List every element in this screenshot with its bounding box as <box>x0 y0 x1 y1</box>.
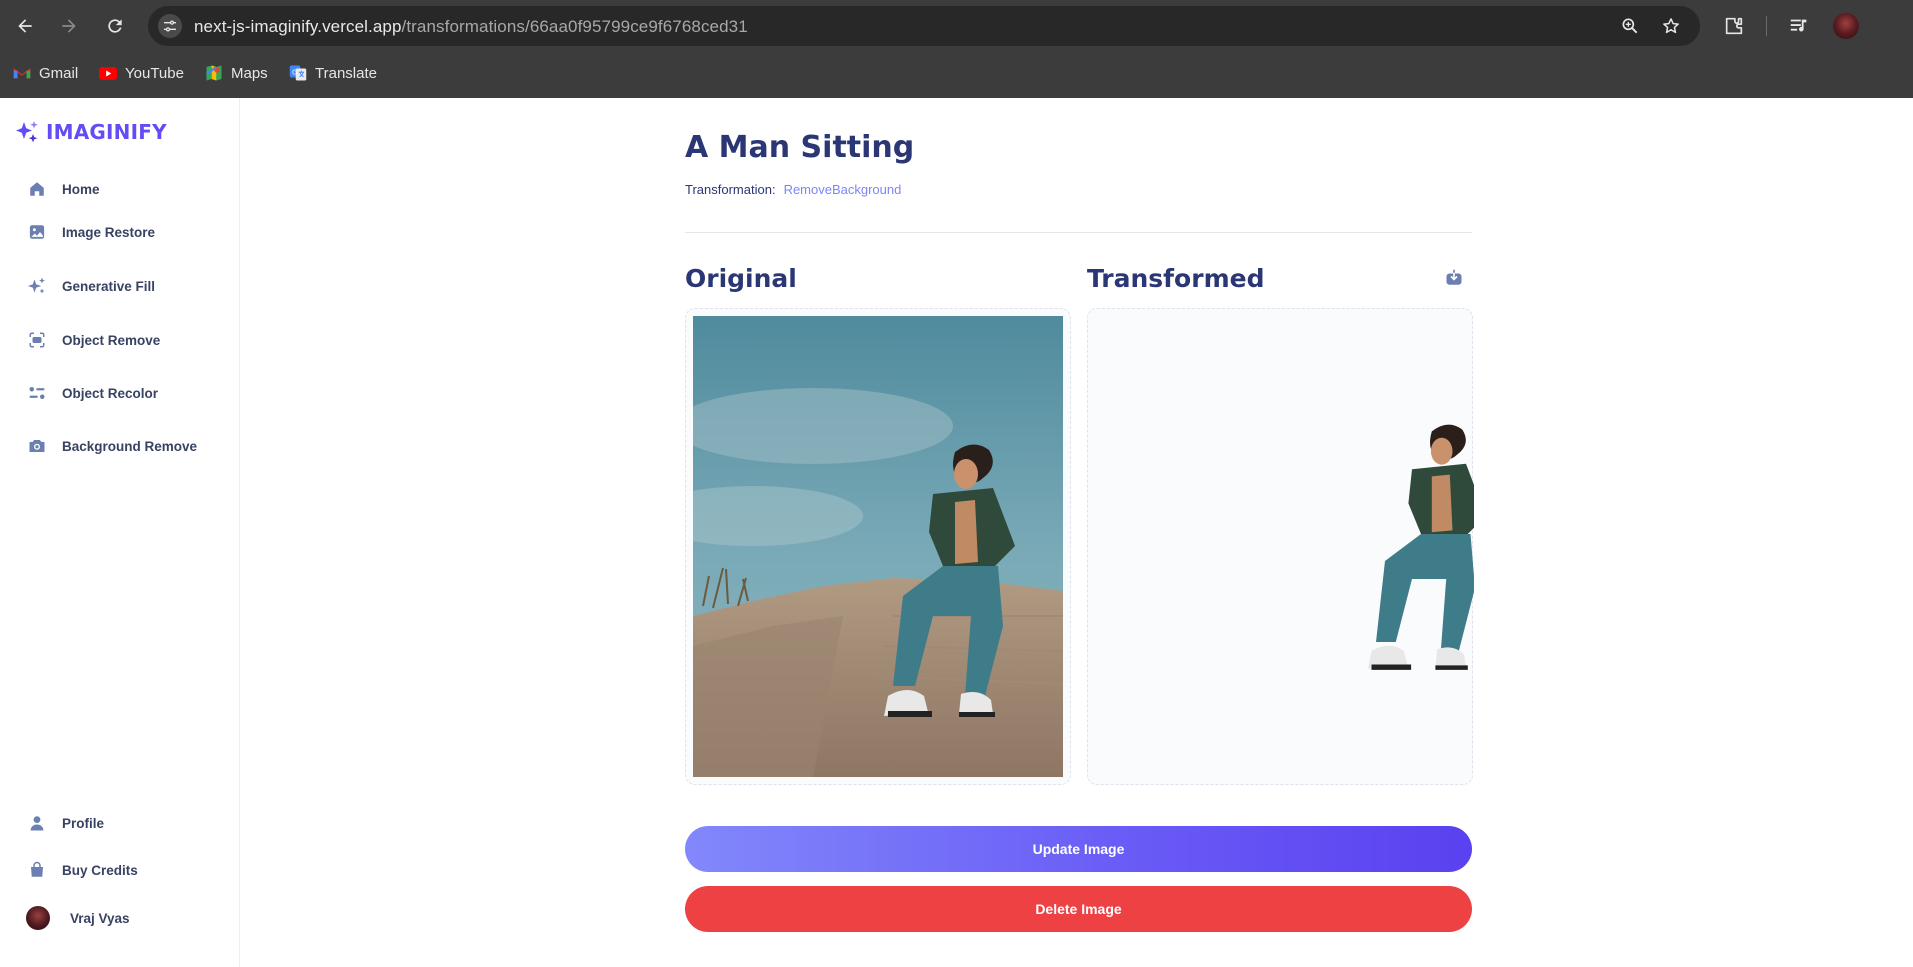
browser-toolbar: next-js-imaginify.vercel.app/transformat… <box>0 0 1913 52</box>
url-text[interactable]: next-js-imaginify.vercel.app/transformat… <box>194 17 748 37</box>
page-title: A Man Sitting <box>685 130 915 165</box>
bookmarks-bar: Gmail YouTube Maps G Translate <box>0 56 1913 88</box>
maps-icon <box>205 64 223 82</box>
bookmark-maps[interactable]: Maps <box>205 62 268 84</box>
nav-label: Home <box>62 181 100 197</box>
browser-chrome: next-js-imaginify.vercel.app/transformat… <box>0 0 1913 98</box>
address-bar[interactable]: next-js-imaginify.vercel.app/transformat… <box>148 6 1700 46</box>
delete-image-button[interactable]: Delete Image <box>685 886 1472 932</box>
transformation-label: Transformation: <box>685 182 776 197</box>
extensions-icon[interactable] <box>1722 14 1746 38</box>
scan-icon <box>26 329 48 351</box>
bookmark-label: Translate <box>315 64 377 82</box>
nav-profile[interactable]: Profile <box>26 809 104 837</box>
original-image-container <box>685 308 1071 785</box>
nav-background-remove[interactable]: Background Remove <box>26 432 197 460</box>
nav-label: Profile <box>62 815 105 831</box>
man-sitting-photo <box>693 316 1063 777</box>
arrow-right-icon <box>62 19 76 33</box>
profile-icon <box>26 812 48 834</box>
home-icon <box>26 178 48 200</box>
url-path: /transformations/66aa0f95799ce9f6768ced3… <box>401 17 748 36</box>
bookmark-label: Maps <box>231 64 268 82</box>
nav-label: Generative Fill <box>62 278 156 294</box>
media-control-icon[interactable] <box>1787 14 1811 38</box>
zoom-icon[interactable] <box>1619 15 1641 37</box>
sparkles-icon <box>26 275 48 297</box>
bookmark-star-icon[interactable] <box>1660 15 1682 37</box>
transformation-value: RemoveBackground <box>783 182 902 197</box>
toolbar-divider <box>1766 16 1767 36</box>
transformed-image-container <box>1087 308 1474 786</box>
forward-button[interactable] <box>56 13 82 39</box>
reload-button[interactable] <box>102 13 128 39</box>
translate-icon: G <box>289 64 307 82</box>
nav-image-restore[interactable]: Image Restore <box>26 218 155 246</box>
nav-object-recolor[interactable]: Object Recolor <box>26 379 158 407</box>
download-icon[interactable] <box>1444 268 1464 288</box>
sparkles-logo-icon <box>16 121 38 143</box>
bookmark-youtube[interactable]: YouTube <box>99 62 184 84</box>
bookmark-label: YouTube <box>125 64 184 82</box>
user-avatar[interactable] <box>26 906 50 930</box>
nav-object-remove[interactable]: Object Remove <box>26 326 160 354</box>
transformed-image[interactable] <box>1088 309 1474 786</box>
filter-icon <box>26 382 48 404</box>
nav-label: Image Restore <box>62 224 156 240</box>
bookmark-label: Gmail <box>39 64 79 82</box>
nav-buy-credits[interactable]: Buy Credits <box>26 856 138 884</box>
sidebar: IMAGINIFY Home Image Restore Generative … <box>0 98 240 967</box>
nav-label: Background Remove <box>62 438 198 454</box>
arrow-left-icon <box>18 19 32 33</box>
reload-icon <box>108 19 122 33</box>
main-content: A Man Sitting Transformation: RemoveBack… <box>241 98 1913 967</box>
transformed-heading: Transformed <box>1087 264 1265 293</box>
svg-text:G: G <box>292 69 297 77</box>
transformation-meta: Transformation: RemoveBackground <box>685 182 901 197</box>
bookmark-gmail[interactable]: Gmail <box>13 62 78 84</box>
nav-label: Object Remove <box>62 332 161 348</box>
divider <box>685 232 1472 233</box>
nav-home[interactable]: Home <box>26 175 100 203</box>
nav-label: Buy Credits <box>62 862 138 878</box>
update-image-button[interactable]: Update Image <box>685 826 1472 872</box>
site-settings-icon[interactable] <box>158 14 182 38</box>
logo[interactable]: IMAGINIFY <box>14 120 167 144</box>
gmail-icon <box>13 64 31 82</box>
url-host: next-js-imaginify.vercel.app <box>194 17 402 36</box>
nav-label: Object Recolor <box>62 385 159 401</box>
bag-icon <box>26 859 48 881</box>
camera-icon <box>26 435 48 457</box>
image-icon <box>26 221 48 243</box>
bookmark-translate[interactable]: G Translate <box>289 62 377 84</box>
back-button[interactable] <box>12 13 38 39</box>
logo-text: IMAGINIFY <box>46 120 167 144</box>
app-root: IMAGINIFY Home Image Restore Generative … <box>0 98 1913 967</box>
youtube-icon <box>99 64 117 82</box>
original-heading: Original <box>685 264 797 293</box>
user-button[interactable]: Vraj Vyas <box>26 904 130 932</box>
user-name: Vraj Vyas <box>70 910 130 926</box>
original-image[interactable] <box>693 316 1063 777</box>
browser-profile-avatar[interactable] <box>1833 13 1859 39</box>
nav-generative-fill[interactable]: Generative Fill <box>26 272 155 300</box>
